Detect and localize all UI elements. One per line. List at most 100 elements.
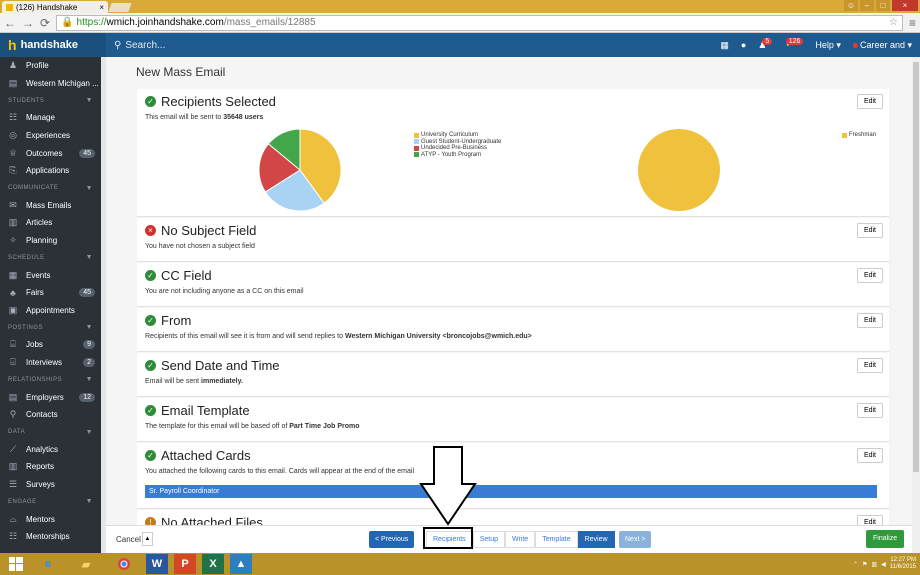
article-icon: ▥ (8, 217, 18, 228)
network-icon[interactable]: ▥ (871, 561, 877, 568)
sidebar-item-label: Profile (26, 61, 49, 71)
bookmark-star-icon[interactable]: ☆ (889, 17, 898, 28)
minimize-icon[interactable]: – (860, 0, 874, 11)
calendar-icon[interactable]: ▦ (720, 40, 729, 51)
new-tab-button[interactable] (108, 3, 132, 12)
address-bar: ← → ⟳ 🔒 https://wmich.joinhandshake.com /… (0, 13, 920, 33)
sidebar-item-school[interactable]: ▤ Western Michigan ... (0, 75, 101, 93)
notifications-icon[interactable]: ♟5 (758, 37, 773, 51)
sidebar-section-postings[interactable]: POSTINGS ▼ (0, 319, 101, 336)
step-setup[interactable]: Setup (472, 531, 505, 548)
sidebar-item-experiences[interactable]: ◎ Experiences (0, 127, 101, 145)
previous-button[interactable]: < Previous (369, 531, 415, 548)
chat-icon[interactable]: ● (741, 40, 746, 50)
sidebar-item-profile[interactable]: ♟ Profile (0, 57, 101, 75)
edit-send-date-button[interactable]: Edit (856, 358, 883, 373)
sidebar-section-communicate[interactable]: COMMUNICATE ▼ (0, 180, 101, 197)
sidebar-item-contacts[interactable]: ⚲ Contacts (0, 406, 101, 424)
close-window-icon[interactable]: × (892, 0, 918, 11)
sidebar-item-manage[interactable]: ☷ Manage (0, 109, 101, 127)
photos-icon[interactable]: ▲ (230, 554, 252, 574)
sidebar-item-employers[interactable]: ▤ Employers 12 (0, 388, 101, 406)
chevron-down-icon: ▼ (85, 97, 93, 105)
edit-subject-button[interactable]: Edit (856, 223, 883, 238)
sidebar-section-students[interactable]: STUDENTS ▼ (0, 92, 101, 109)
edit-template-button[interactable]: Edit (856, 403, 883, 418)
ie-icon[interactable]: e (32, 554, 64, 574)
word-icon[interactable]: W (146, 554, 168, 574)
sidebar-item-articles[interactable]: ▥ Articles (0, 214, 101, 232)
sidebar-section-engage[interactable]: ENGAGE ▼ (0, 493, 101, 510)
url-input[interactable]: 🔒 https://wmich.joinhandshake.com/mass_e… (56, 14, 903, 31)
user-icon[interactable]: ☺ (844, 0, 858, 11)
step-review[interactable]: Review (577, 531, 615, 548)
sidebar-item-mentors[interactable]: ⌓ Mentors (0, 510, 101, 528)
sidebar-item-reports[interactable]: ▥ Reports (0, 458, 101, 476)
edit-from-button[interactable]: Edit (856, 313, 883, 328)
flag-icon[interactable]: ⚑ (862, 561, 867, 568)
sidebar-item-mentorships[interactable]: ☷ Mentorships (0, 528, 101, 546)
tray-expand-icon[interactable]: ⌃ (853, 561, 858, 568)
sidebar: ♟ Profile ▤ Western Michigan ... STUDENTS ▼… (0, 57, 101, 553)
legend-swatch (414, 145, 419, 151)
sidebar-item-label: Experiences (26, 131, 71, 141)
sidebar-item-appointments[interactable]: ▣ Appointments (0, 302, 101, 320)
windows-start-icon[interactable] (0, 553, 32, 575)
reload-icon[interactable]: ⟳ (40, 16, 50, 30)
step-write[interactable]: Write (504, 531, 536, 548)
sidebar-item-interviews[interactable]: ⌹ Interviews 2 (0, 354, 101, 372)
sidebar-section-schedule[interactable]: SCHEDULE ▼ (0, 249, 101, 266)
from-desc: Recipients of this email will see it is … (145, 333, 532, 340)
sidebar-item-fairs[interactable]: ♣ Fairs 45 (0, 284, 101, 302)
template-card: ✓ Email Template The template for this em… (137, 398, 889, 442)
help-menu[interactable]: Help ▾ (815, 40, 841, 51)
sidebar-item-applications[interactable]: ⎘ Applications (0, 162, 101, 180)
attached-card-item[interactable]: Sr. Payroll Coordinator (145, 485, 877, 498)
excel-icon[interactable]: X (202, 554, 224, 574)
main-scrollbar[interactable] (912, 57, 920, 553)
step-template[interactable]: Template (535, 531, 578, 548)
check-circle-icon: ✓ (145, 315, 156, 326)
legend-label: Undecided Pre-Business (421, 145, 488, 152)
sidebar-item-mass-emails[interactable]: ✉ Mass Emails (0, 197, 101, 215)
edit-files-button[interactable]: Edit (856, 515, 883, 525)
back-icon[interactable]: ← (4, 16, 16, 30)
chrome-icon[interactable] (108, 554, 140, 574)
edit-cc-button[interactable]: Edit (856, 268, 883, 283)
alerts-icon[interactable]: ◔126 (784, 38, 804, 50)
next-button[interactable]: Next > (619, 531, 652, 548)
sidebar-section-data[interactable]: DATA ▼ (0, 424, 101, 441)
sidebar-item-jobs[interactable]: ⌸ Jobs 9 (0, 336, 101, 354)
powerpoint-icon[interactable]: P (174, 554, 196, 574)
volume-icon[interactable]: ◀ (881, 561, 886, 568)
sidebar-item-planning[interactable]: ✧ Planning (0, 232, 101, 250)
sidebar-item-events[interactable]: ▦ Events (0, 266, 101, 284)
legend-label: University Curriculum (421, 132, 479, 139)
template-title: ✓ Email Template (145, 403, 250, 418)
url-host: wmich.joinhandshake.com (106, 17, 224, 28)
caret-up-icon[interactable]: ▲ (142, 532, 153, 546)
legend-swatch (414, 152, 419, 158)
forward-icon[interactable]: → (22, 16, 34, 30)
sidebar-item-surveys[interactable]: ☰ Surveys (0, 476, 101, 494)
brand-logo[interactable]: h handshake (0, 33, 106, 57)
edit-recipients-button[interactable]: Edit (856, 94, 883, 109)
finalize-button[interactable]: Finalize (866, 530, 905, 548)
sidebar-item-analytics[interactable]: ⟋ Analytics (0, 441, 101, 459)
browser-tab[interactable]: (126) Handshake × (2, 1, 108, 13)
sidebar-section-relationships[interactable]: RELATIONSHIPS ▼ (0, 371, 101, 388)
sidebar-item-label: Manage (26, 113, 55, 123)
menu-icon[interactable]: ≡ (909, 16, 916, 30)
section-title: STUDENTS (8, 97, 45, 104)
sidebar-item-outcomes[interactable]: ♕ Outcomes 45 (0, 144, 101, 162)
user-menu[interactable]: Career and ▾ (852, 40, 912, 51)
cancel-button[interactable]: Cancel (116, 535, 141, 544)
edit-cards-button[interactable]: Edit (856, 448, 883, 463)
search-input[interactable]: ⚲ Search... (106, 40, 165, 51)
scrollbar-thumb[interactable] (913, 62, 919, 472)
maximize-icon[interactable]: □ (876, 0, 890, 11)
building-icon: ▤ (8, 391, 18, 402)
close-tab-icon[interactable]: × (99, 3, 104, 12)
clock[interactable]: 12:27 PM 11/6/2015 (890, 557, 916, 571)
file-explorer-icon[interactable]: ▰ (70, 554, 102, 574)
